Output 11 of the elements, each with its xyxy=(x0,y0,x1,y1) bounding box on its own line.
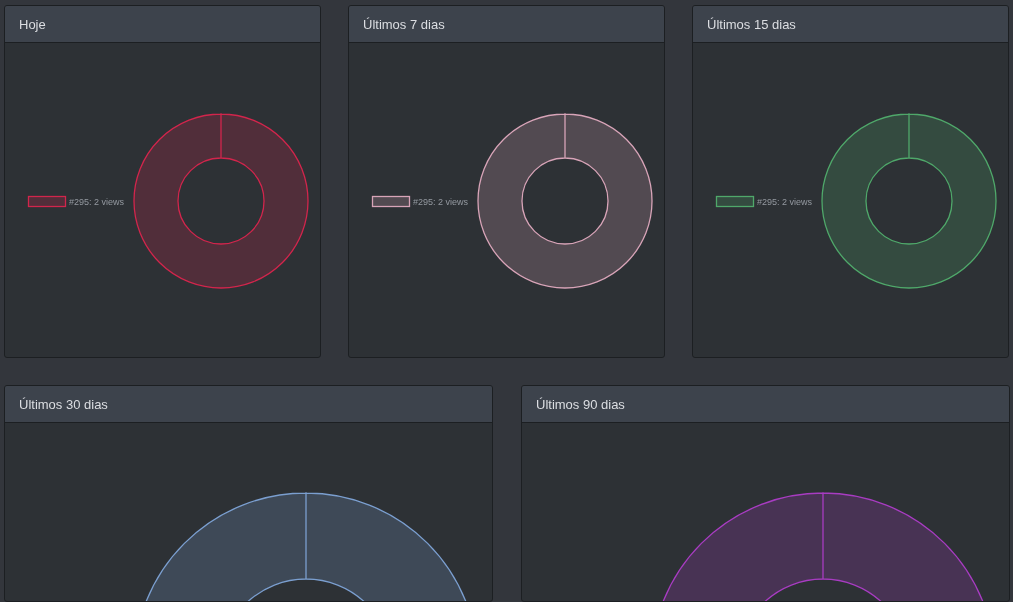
panel-title: Últimos 30 dias xyxy=(19,396,108,412)
legend-label: #295: 2 views xyxy=(413,197,469,207)
panel-title: Últimos 15 dias xyxy=(707,16,796,32)
panel-title: Últimos 7 dias xyxy=(363,16,445,32)
legend-label: #295: 2 views xyxy=(757,197,813,207)
panel-title: Hoje xyxy=(19,16,46,32)
legend-swatch xyxy=(371,195,411,208)
legend-label: #295: 2 views xyxy=(69,197,125,207)
panel-title: Últimos 90 dias xyxy=(536,396,625,412)
legend-swatch xyxy=(27,195,67,208)
legend-swatch xyxy=(715,195,755,208)
